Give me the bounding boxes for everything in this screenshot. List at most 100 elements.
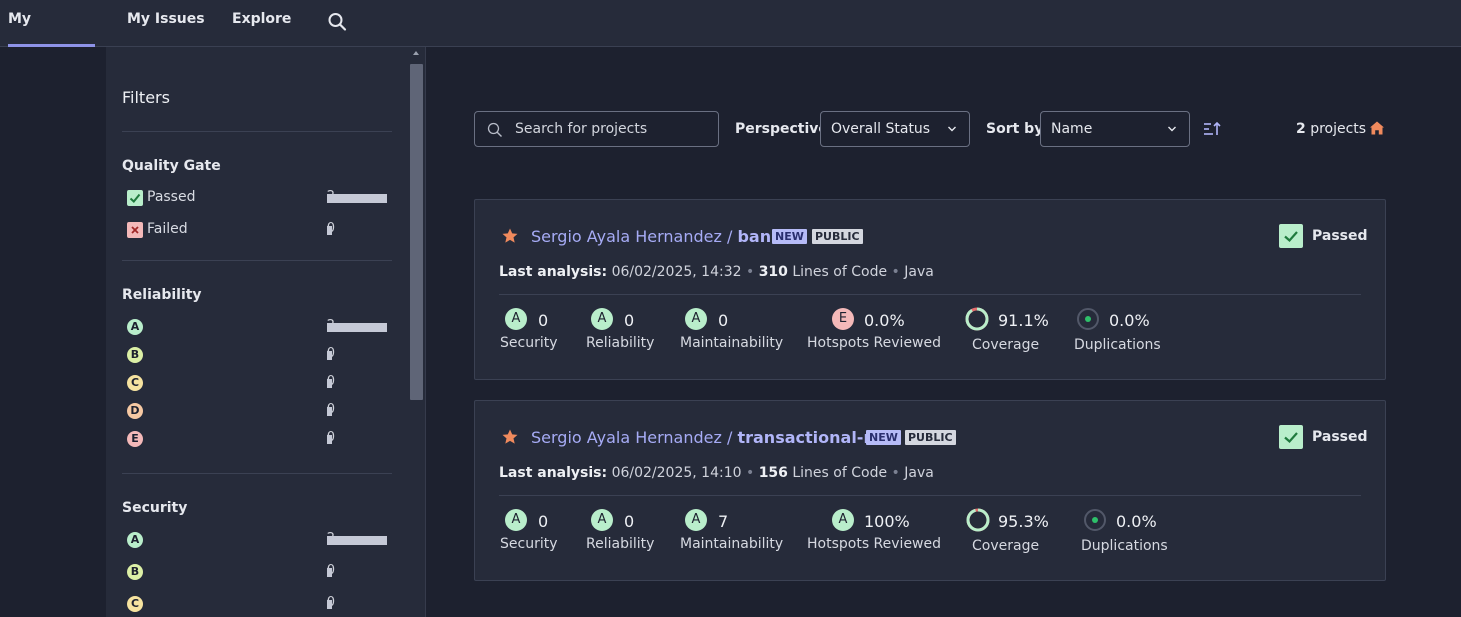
project-search-box[interactable] bbox=[474, 111, 719, 147]
rating-badge: A bbox=[127, 532, 143, 548]
lines-of-code-value: 156 bbox=[758, 465, 788, 481]
perspective-select[interactable]: Overall Status bbox=[820, 111, 970, 147]
last-analysis-line: Last analysis: 06/02/2025, 14:10 • 156 L… bbox=[499, 465, 934, 481]
search-input[interactable] bbox=[515, 112, 710, 146]
metric-label: Coverage bbox=[972, 337, 1040, 353]
metric-label: Reliability bbox=[586, 335, 655, 351]
metric-value: 0 bbox=[718, 311, 729, 330]
new-badge: NEW bbox=[772, 229, 807, 244]
metric-value: 0.0% bbox=[1116, 512, 1157, 531]
facet-label: Failed bbox=[147, 221, 188, 237]
rating-badge: A bbox=[591, 509, 613, 531]
lines-of-code-label: Lines of Code bbox=[787, 465, 892, 481]
lines-of-code-value: 310 bbox=[758, 264, 788, 280]
project-count-number: 2 bbox=[1296, 121, 1306, 137]
rating-badge: D bbox=[127, 403, 143, 419]
project-org: Sergio Ayala Hernandez bbox=[531, 428, 722, 447]
card-divider bbox=[499, 294, 1361, 295]
facet-item-passed[interactable]: Passed 2 bbox=[122, 188, 392, 208]
perspective-label: Perspective bbox=[735, 121, 828, 137]
rating-badge: C bbox=[127, 596, 143, 612]
project-card: Sergio Ayala Hernandez / transactional-m… bbox=[474, 400, 1386, 581]
facet-item-reliability-b[interactable]: B0 bbox=[122, 345, 392, 365]
new-badge: NEW bbox=[866, 430, 901, 445]
duplications-icon bbox=[1077, 308, 1099, 330]
sidebar-scrollbar[interactable] bbox=[410, 64, 423, 400]
card-divider bbox=[499, 495, 1361, 496]
last-analysis-date: 06/02/2025, 14:32 bbox=[607, 264, 746, 280]
facet-bar bbox=[327, 600, 332, 609]
search-icon bbox=[487, 122, 502, 137]
scroll-up-arrow-icon[interactable] bbox=[413, 51, 419, 55]
separator-dot: • bbox=[891, 465, 900, 481]
search-icon[interactable] bbox=[327, 10, 347, 32]
project-count-suffix: projects bbox=[1305, 121, 1367, 137]
rating-badge: A bbox=[127, 319, 143, 335]
metric-label: Hotspots Reviewed bbox=[807, 335, 942, 351]
divider bbox=[122, 260, 392, 261]
sort-select[interactable]: Name bbox=[1040, 111, 1190, 147]
facet-bar bbox=[327, 379, 332, 388]
facet-bar bbox=[327, 226, 332, 235]
sort-value: Name bbox=[1051, 121, 1093, 137]
facet-item-reliability-e[interactable]: E0 bbox=[122, 429, 392, 449]
metric-label: Security bbox=[500, 536, 558, 552]
facet-item-reliability-d[interactable]: D0 bbox=[122, 401, 392, 421]
last-analysis-label: Last analysis: bbox=[499, 264, 608, 280]
left-gutter bbox=[0, 47, 106, 617]
rating-badge: E bbox=[127, 431, 143, 447]
filters-sidebar: Filters Quality Gate Passed 2 Failed 0 R… bbox=[106, 47, 426, 617]
sort-label: Sort by bbox=[986, 121, 1044, 137]
divider bbox=[122, 473, 392, 474]
facet-item-reliability-c[interactable]: C0 bbox=[122, 373, 392, 393]
last-analysis-line: Last analysis: 06/02/2025, 14:32 • 310 L… bbox=[499, 264, 934, 280]
facet-bar bbox=[327, 407, 332, 416]
quality-gate-status: Passed bbox=[1312, 429, 1368, 445]
facet-title-reliability: Reliability bbox=[122, 287, 202, 303]
last-analysis-label: Last analysis: bbox=[499, 465, 608, 481]
rating-badge: A bbox=[685, 509, 707, 531]
facet-title-security: Security bbox=[122, 500, 188, 516]
project-name-link[interactable]: Sergio Ayala Hernandez / transactional-m… bbox=[531, 428, 890, 447]
project-separator: / bbox=[721, 428, 738, 447]
metric-label: Security bbox=[500, 335, 558, 351]
favorite-star-icon[interactable] bbox=[501, 227, 519, 245]
rating-badge: A bbox=[505, 308, 527, 330]
rating-badge: A bbox=[832, 509, 854, 531]
facet-item-failed[interactable]: Failed 0 bbox=[122, 220, 392, 240]
facet-item-security-a[interactable]: A2 bbox=[122, 530, 392, 550]
metric-value: 100% bbox=[864, 512, 910, 531]
filters-title: Filters bbox=[122, 88, 170, 107]
metric-value: 95.3% bbox=[998, 512, 1049, 531]
facet-item-security-c[interactable]: C0 bbox=[122, 594, 392, 614]
project-org: Sergio Ayala Hernandez bbox=[531, 227, 722, 246]
sort-ascending-icon[interactable] bbox=[1202, 120, 1222, 138]
check-icon bbox=[127, 190, 143, 206]
metric-value: 7 bbox=[718, 512, 729, 531]
public-badge: PUBLIC bbox=[905, 430, 956, 445]
quality-gate-passed-icon bbox=[1279, 224, 1303, 248]
facet-label: Passed bbox=[147, 189, 196, 205]
nav-my-projects[interactable]: My Projects bbox=[8, 0, 95, 65]
divider bbox=[122, 131, 392, 132]
facet-item-security-b[interactable]: B0 bbox=[122, 562, 392, 582]
separator-dot: • bbox=[891, 264, 900, 280]
nav-explore[interactable]: Explore bbox=[232, 0, 291, 47]
rating-badge: A bbox=[685, 308, 707, 330]
chevron-down-icon bbox=[948, 126, 956, 132]
coverage-ring-icon bbox=[965, 307, 989, 331]
metric-label: Maintainability bbox=[680, 536, 784, 552]
project-count: 2 projects bbox=[1296, 121, 1366, 137]
public-badge: PUBLIC bbox=[812, 229, 863, 244]
facet-item-reliability-a[interactable]: A2 bbox=[122, 317, 392, 337]
metric-label: Maintainability bbox=[680, 335, 784, 351]
project-name-link[interactable]: Sergio Ayala Hernandez / bank bbox=[531, 227, 782, 246]
coverage-ring-icon bbox=[966, 508, 990, 532]
favorite-star-icon[interactable] bbox=[501, 428, 519, 446]
home-icon[interactable] bbox=[1369, 120, 1385, 136]
nav-my-issues[interactable]: My Issues bbox=[127, 0, 205, 47]
metric-label: Duplications bbox=[1074, 337, 1161, 353]
facet-bar bbox=[327, 536, 387, 545]
metric-value: 0.0% bbox=[1109, 311, 1150, 330]
metric-label: Reliability bbox=[586, 536, 655, 552]
